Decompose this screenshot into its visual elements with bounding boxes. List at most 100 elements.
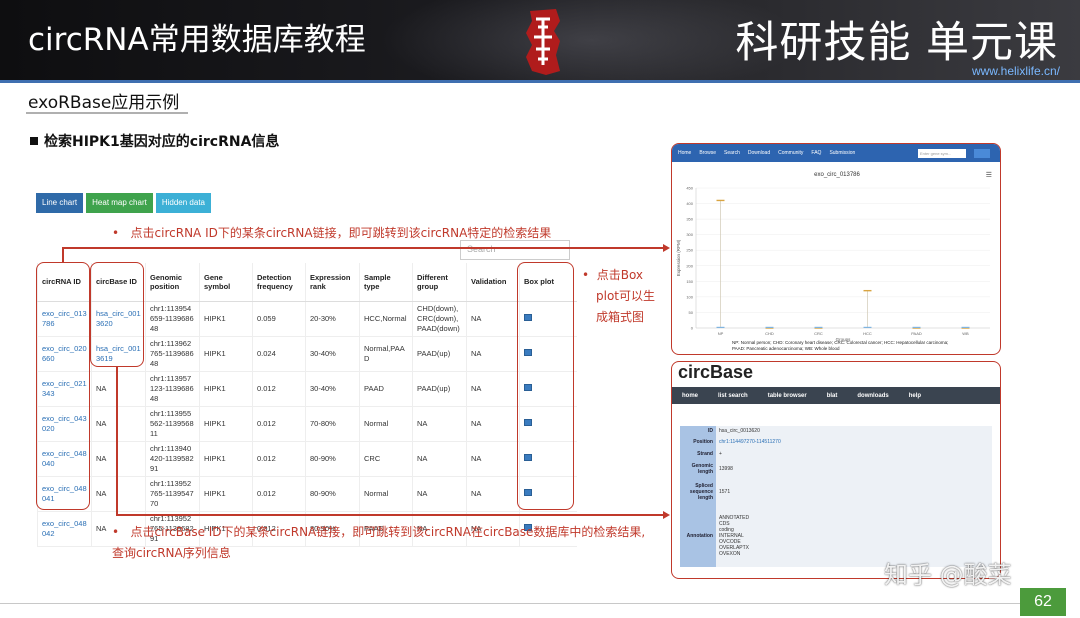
table-cell: HIPK1: [199, 441, 253, 477]
x-tick-label: CHD: [765, 331, 774, 336]
table-cell: 0.012: [252, 371, 306, 407]
x-tick-label: NP: [718, 331, 724, 336]
table-cell: PAAD(up): [412, 336, 467, 372]
table-cell: HIPK1: [199, 406, 253, 442]
table-cell: chr1:113955562-113956811: [145, 406, 200, 442]
data-mark: [863, 289, 872, 292]
circbase-nav-item[interactable]: home: [682, 393, 698, 399]
column-header[interactable]: Detection frequency: [252, 263, 306, 302]
column-header[interactable]: Validation: [466, 263, 520, 302]
y-axis-label: Expression (RPM): [676, 239, 681, 276]
column-header[interactable]: Gene symbol: [199, 263, 253, 302]
expression-chart: 0 50 100 150 200 250 300 350 400 450 NP CHD CRC HCC PA…: [676, 186, 990, 342]
data-base-mark: [814, 326, 823, 328]
circrna-id-link[interactable]: exo_circ_048042: [37, 511, 92, 547]
circbase-field-row: Strand +: [680, 448, 992, 459]
exorbase-nav-item[interactable]: Home: [678, 150, 691, 156]
connector-bottom-vertical: [116, 367, 118, 515]
circbase-screenshot: circBase home list search table browser bla…: [671, 361, 1001, 579]
exorbase-nav-item[interactable]: Community: [778, 150, 803, 156]
exorbase-nav-item[interactable]: Download: [748, 150, 770, 156]
exorbase-nav-item[interactable]: Search: [724, 150, 740, 156]
arrow-to-exorbase-icon: [663, 244, 670, 252]
highlight-circbase-id-column: [90, 262, 144, 367]
circbase-field-row: ID hsa_circ_0013620: [680, 426, 992, 436]
exorbase-nav-item[interactable]: Browse: [699, 150, 716, 156]
y-tick-label: 50: [689, 310, 694, 315]
data-base-mark: [863, 326, 872, 328]
note-circbase-id: • 点击circBase ID下的某条circRNA链接，即可跳转到该circR…: [112, 525, 646, 560]
data-base-mark: [961, 326, 970, 328]
table-cell: NA: [91, 441, 146, 477]
column-header[interactable]: Different group: [412, 263, 467, 302]
field-label: Strand: [680, 448, 716, 459]
y-tick-label: 350: [686, 217, 693, 222]
x-tick-label: WB: [962, 331, 969, 336]
course-subtitle: 科研技能 单元课: [735, 18, 1058, 68]
section-underline: [26, 112, 188, 114]
table-cell: chr1:113954659-113968648: [145, 301, 200, 337]
page-number: 62: [1020, 588, 1066, 616]
column-header[interactable]: Sample type: [359, 263, 413, 302]
y-tick-label: 250: [686, 248, 693, 253]
table-cell: 70-80%: [305, 406, 360, 442]
table-cell: 30-40%: [305, 371, 360, 407]
table-cell: CHD(down),CRC(down),PAAD(down): [412, 301, 467, 337]
note-boxplot: • 点击Box plot可以生 成箱式图: [582, 268, 655, 324]
table-cell: chr1:113952765-113954770: [145, 476, 200, 512]
data-base-mark: [765, 326, 774, 328]
table-cell: CRC: [359, 441, 413, 477]
table-cell: PAAD: [359, 371, 413, 407]
table-cell: 0.012: [252, 476, 306, 512]
circbase-logo: circBase: [678, 362, 754, 382]
bullet-heading: 检索HIPK1基因对应的circRNA信息: [30, 131, 279, 151]
table-cell: NA: [412, 406, 467, 442]
section-title: exoRBase应用示例: [28, 93, 180, 113]
chart-button-0[interactable]: Line chart: [36, 193, 84, 213]
field-value: hsa_circ_0013620: [716, 426, 992, 436]
y-tick-label: 150: [686, 279, 693, 284]
table-cell: 30-40%: [305, 336, 360, 372]
position-link[interactable]: chr1:114497270-114511270: [716, 436, 992, 448]
exorbase-search-input[interactable]: Enter gene sym...: [918, 148, 966, 158]
data-base-mark: [912, 326, 921, 328]
table-cell: NA: [91, 406, 146, 442]
exorbase-navbar: Home Browse Search Download Community FAQ Subm…: [672, 144, 1000, 162]
chart-button-1[interactable]: Heat map chart: [86, 193, 153, 213]
y-tick-label: 400: [686, 201, 693, 206]
table-row: exo_circ_048041 NA chr1:113952765-11395477…: [37, 476, 577, 512]
table-cell: NA: [466, 301, 520, 337]
y-tick-label: 450: [686, 186, 693, 191]
circbase-nav-item[interactable]: table browser: [768, 393, 807, 399]
column-header[interactable]: Expression rank: [305, 263, 360, 302]
exorbase-nav-item[interactable]: Submission: [829, 150, 855, 156]
table-cell: 20-30%: [305, 301, 360, 337]
table-cell: NA: [412, 476, 467, 512]
chart-legend-note: NP: Normal person; CHD: Coronary heart d…: [732, 340, 949, 351]
square-bullet-icon: [30, 137, 38, 145]
table-cell: Normal,PAAD: [359, 336, 413, 372]
y-tick-label: 200: [686, 263, 693, 268]
arrow-to-circbase-icon: [663, 511, 670, 519]
table-cell: NA: [466, 441, 520, 477]
circbase-nav-item[interactable]: blat: [827, 393, 838, 399]
table-row: exo_circ_021343 NA chr1:113957123-11396864…: [37, 371, 577, 407]
chart-button-2[interactable]: Hidden data: [155, 193, 211, 213]
circbase-nav-item[interactable]: list search: [718, 393, 748, 399]
circbase-nav-item[interactable]: help: [909, 393, 921, 399]
chart-button-row: Line chart Heat map chart Hidden data: [36, 193, 211, 213]
highlight-circrna-id-column: [36, 262, 90, 510]
table-row: exo_circ_043020 NA chr1:113955562-11395681…: [37, 406, 577, 442]
exorbase-nav-item[interactable]: FAQ: [811, 150, 821, 156]
field-label: ID: [680, 426, 716, 436]
table-cell: NA: [466, 476, 520, 512]
site-url[interactable]: www.helixlife.cn/: [972, 64, 1060, 78]
circbase-nav-item[interactable]: downloads: [857, 393, 888, 399]
header-banner: circRNA常用数据库教程 科研技能 单元课 www.helixlife.cn…: [0, 0, 1080, 80]
column-header[interactable]: Genomic position: [145, 263, 200, 302]
field-label: Spliced sequence length: [680, 479, 716, 505]
circbase-field-row: Genomic length 13998: [680, 459, 992, 479]
table-row: exo_circ_048040 NA chr1:113940420-11395829…: [37, 441, 577, 477]
exorbase-search-button[interactable]: [974, 148, 990, 158]
table-cell: 0.012: [252, 441, 306, 477]
